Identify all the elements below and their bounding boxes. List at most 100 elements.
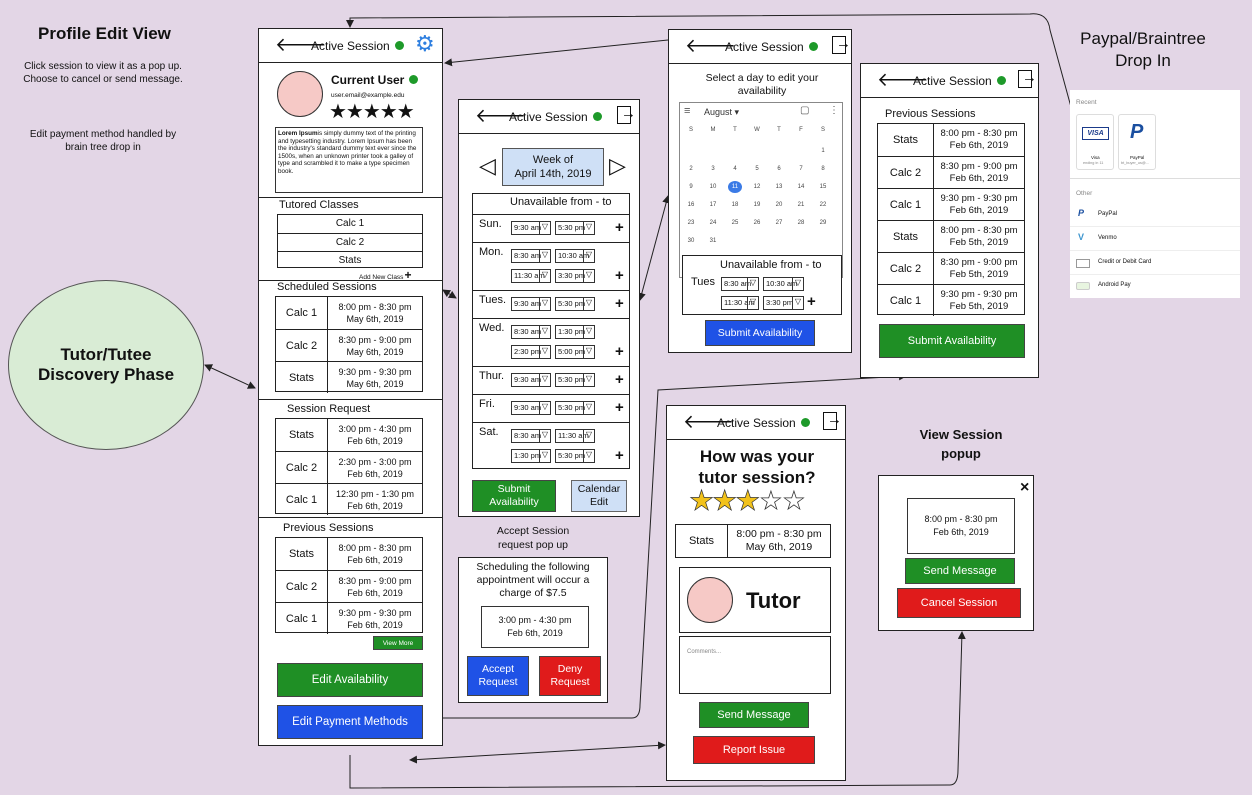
visa-card[interactable]: VISA Visa ending in 11	[1076, 114, 1114, 170]
payment-option-card[interactable]: Credit or Debit Card	[1070, 251, 1240, 275]
view-more-button[interactable]: View More	[373, 636, 423, 650]
table-row[interactable]: Calc 2 8:30 pm - 9:00 pm Feb 6th, 2019	[878, 156, 1024, 188]
calendar-day[interactable]: 3	[706, 163, 720, 175]
table-row[interactable]: Stats 8:00 pm - 8:30 pm Feb 6th, 2019	[878, 124, 1024, 156]
logout-icon[interactable]: →	[832, 36, 851, 54]
table-row[interactable]: Stats 3:00 pm - 4:30 pm Feb 6th, 2019	[276, 419, 422, 451]
calendar-day[interactable]: 17	[706, 199, 720, 211]
calendar-day[interactable]: 21	[794, 199, 808, 211]
from-select[interactable]: 8:30 am ▽	[511, 325, 551, 339]
table-row[interactable]: Calc 2 8:30 pm - 9:00 pm Feb 5th, 2019	[878, 252, 1024, 284]
table-row[interactable]: Calc 2 8:30 pm - 9:00 pm Feb 6th, 2019	[276, 570, 422, 602]
calendar-day[interactable]: 18	[728, 199, 742, 211]
calendar-day[interactable]: 30	[684, 235, 698, 247]
calendar-day[interactable]: 12	[750, 181, 764, 193]
add-slot-icon[interactable]: +	[615, 268, 624, 283]
class-item[interactable]: Calc 2	[278, 233, 422, 251]
calendar-day[interactable]: 19	[750, 199, 764, 211]
calendar-day[interactable]: 25	[728, 217, 742, 229]
table-row[interactable]: Calc 1 9:30 pm - 9:30 pm Feb 6th, 2019	[276, 602, 422, 634]
calendar-day[interactable]: 24	[706, 217, 720, 229]
add-slot-icon[interactable]: +	[807, 294, 816, 309]
send-message-button[interactable]: Send Message	[699, 702, 809, 728]
calendar-day[interactable]: 26	[750, 217, 764, 229]
class-item[interactable]: Calc 1	[278, 215, 422, 233]
more-icon[interactable]: ⋮	[829, 105, 839, 116]
submit-availability-button[interactable]: Submit Availability	[879, 324, 1025, 358]
from-select[interactable]: 8:30 am ▽	[511, 429, 551, 443]
calendar-day[interactable]: 1	[816, 145, 830, 157]
to-select[interactable]: 3:30 pm ▽	[555, 269, 595, 283]
to-select[interactable]: 5:30 pm ▽	[555, 449, 595, 463]
from-select[interactable]: 8:30 am ▽	[511, 249, 551, 263]
paypal-card[interactable]: P PayPal bt_buyer_us@...	[1118, 114, 1156, 170]
add-slot-icon[interactable]: +	[615, 372, 624, 387]
logout-icon[interactable]: →	[617, 106, 636, 124]
from-select[interactable]: 8:30 am ▽	[721, 277, 759, 291]
calendar-day[interactable]: 11	[728, 181, 742, 193]
add-slot-icon[interactable]: +	[615, 220, 624, 235]
calendar-day[interactable]: 23	[684, 217, 698, 229]
edit-availability-button[interactable]: Edit Availability	[277, 663, 423, 697]
table-row[interactable]: Calc 2 2:30 pm - 3:00 pm Feb 6th, 2019	[276, 451, 422, 483]
payment-option-paypal[interactable]: P PayPal	[1070, 203, 1240, 227]
menu-icon[interactable]: ≡	[684, 105, 690, 117]
calendar-day[interactable]: 16	[684, 199, 698, 211]
from-select[interactable]: 1:30 pm ▽	[511, 449, 551, 463]
calendar-day[interactable]: 29	[816, 217, 830, 229]
table-row[interactable]: Calc 1 9:30 pm - 9:30 pm Feb 6th, 2019	[878, 188, 1024, 220]
to-select[interactable]: 5:30 pm ▽	[555, 373, 595, 387]
to-select[interactable]: 11:30 am ▽	[555, 429, 595, 443]
send-message-button[interactable]: Send Message	[905, 558, 1015, 584]
deny-request-button[interactable]: Deny Request	[539, 656, 601, 696]
to-select[interactable]: 5:30 pm ▽	[555, 297, 595, 311]
to-select[interactable]: 3:30 pm ▽	[763, 296, 804, 310]
calendar-day[interactable]: 20	[772, 199, 786, 211]
to-select[interactable]: 5:30 pm ▽	[555, 401, 595, 415]
calendar-day[interactable]: 6	[772, 163, 786, 175]
calendar-day[interactable]: 9	[684, 181, 698, 193]
to-select[interactable]: 10:30 am ▽	[763, 277, 804, 291]
edit-payment-button[interactable]: Edit Payment Methods	[277, 705, 423, 739]
calendar-day[interactable]: 8	[816, 163, 830, 175]
from-select[interactable]: 2:30 pm ▽	[511, 345, 551, 359]
from-select[interactable]: 9:30 am ▽	[511, 297, 551, 311]
to-select[interactable]: 5:30 pm ▽	[555, 221, 595, 235]
table-row[interactable]: Stats 8:00 pm - 8:30 pm Feb 6th, 2019	[276, 538, 422, 570]
calendar-day[interactable]: 10	[706, 181, 720, 193]
calendar-day[interactable]: 14	[794, 181, 808, 193]
today-icon[interactable]: ▢	[800, 105, 809, 116]
month-label[interactable]: August ▾	[704, 107, 739, 118]
calendar-day[interactable]: 15	[816, 181, 830, 193]
from-select[interactable]: 11:30 am ▽	[721, 296, 759, 310]
calendar-day[interactable]: 22	[816, 199, 830, 211]
calendar-day[interactable]: 13	[772, 181, 786, 193]
add-slot-icon[interactable]: +	[615, 400, 624, 415]
calendar-day[interactable]: 27	[772, 217, 786, 229]
class-item[interactable]: Stats	[278, 251, 422, 269]
logout-icon[interactable]: →	[1018, 70, 1037, 88]
to-select[interactable]: 1:30 pm ▽	[555, 325, 595, 339]
add-slot-icon[interactable]: +	[615, 344, 624, 359]
gear-icon[interactable]: ⚙	[415, 33, 435, 55]
table-row[interactable]: Calc 2 8:30 pm - 9:00 pm May 6th, 2019	[276, 329, 422, 361]
calendar-day[interactable]: 2	[684, 163, 698, 175]
calendar-day[interactable]: 7	[794, 163, 808, 175]
from-select[interactable]: 9:30 am ▽	[511, 221, 551, 235]
report-issue-button[interactable]: Report Issue	[693, 736, 815, 764]
logout-icon[interactable]: →	[823, 412, 842, 430]
cancel-session-button[interactable]: Cancel Session	[897, 588, 1021, 618]
next-week-icon[interactable]: ▷	[609, 155, 626, 177]
to-select[interactable]: 10:30 am ▽	[555, 249, 595, 263]
submit-availability-button[interactable]: Submit Availability	[705, 320, 815, 346]
calendar-edit-button[interactable]: Calendar Edit	[571, 480, 627, 512]
calendar-day[interactable]: 28	[794, 217, 808, 229]
prev-week-icon[interactable]: ◁	[479, 155, 496, 177]
add-slot-icon[interactable]: +	[615, 448, 624, 463]
calendar-day[interactable]: 5	[750, 163, 764, 175]
add-slot-icon[interactable]: +	[615, 296, 624, 311]
table-row[interactable]: Calc 1 12:30 pm - 1:30 pm Feb 6th, 2019	[276, 483, 422, 515]
table-row[interactable]: Stats 9:30 pm - 9:30 pm May 6th, 2019	[276, 361, 422, 393]
calendar-day[interactable]: 31	[706, 235, 720, 247]
close-icon[interactable]: ×	[1020, 480, 1029, 496]
